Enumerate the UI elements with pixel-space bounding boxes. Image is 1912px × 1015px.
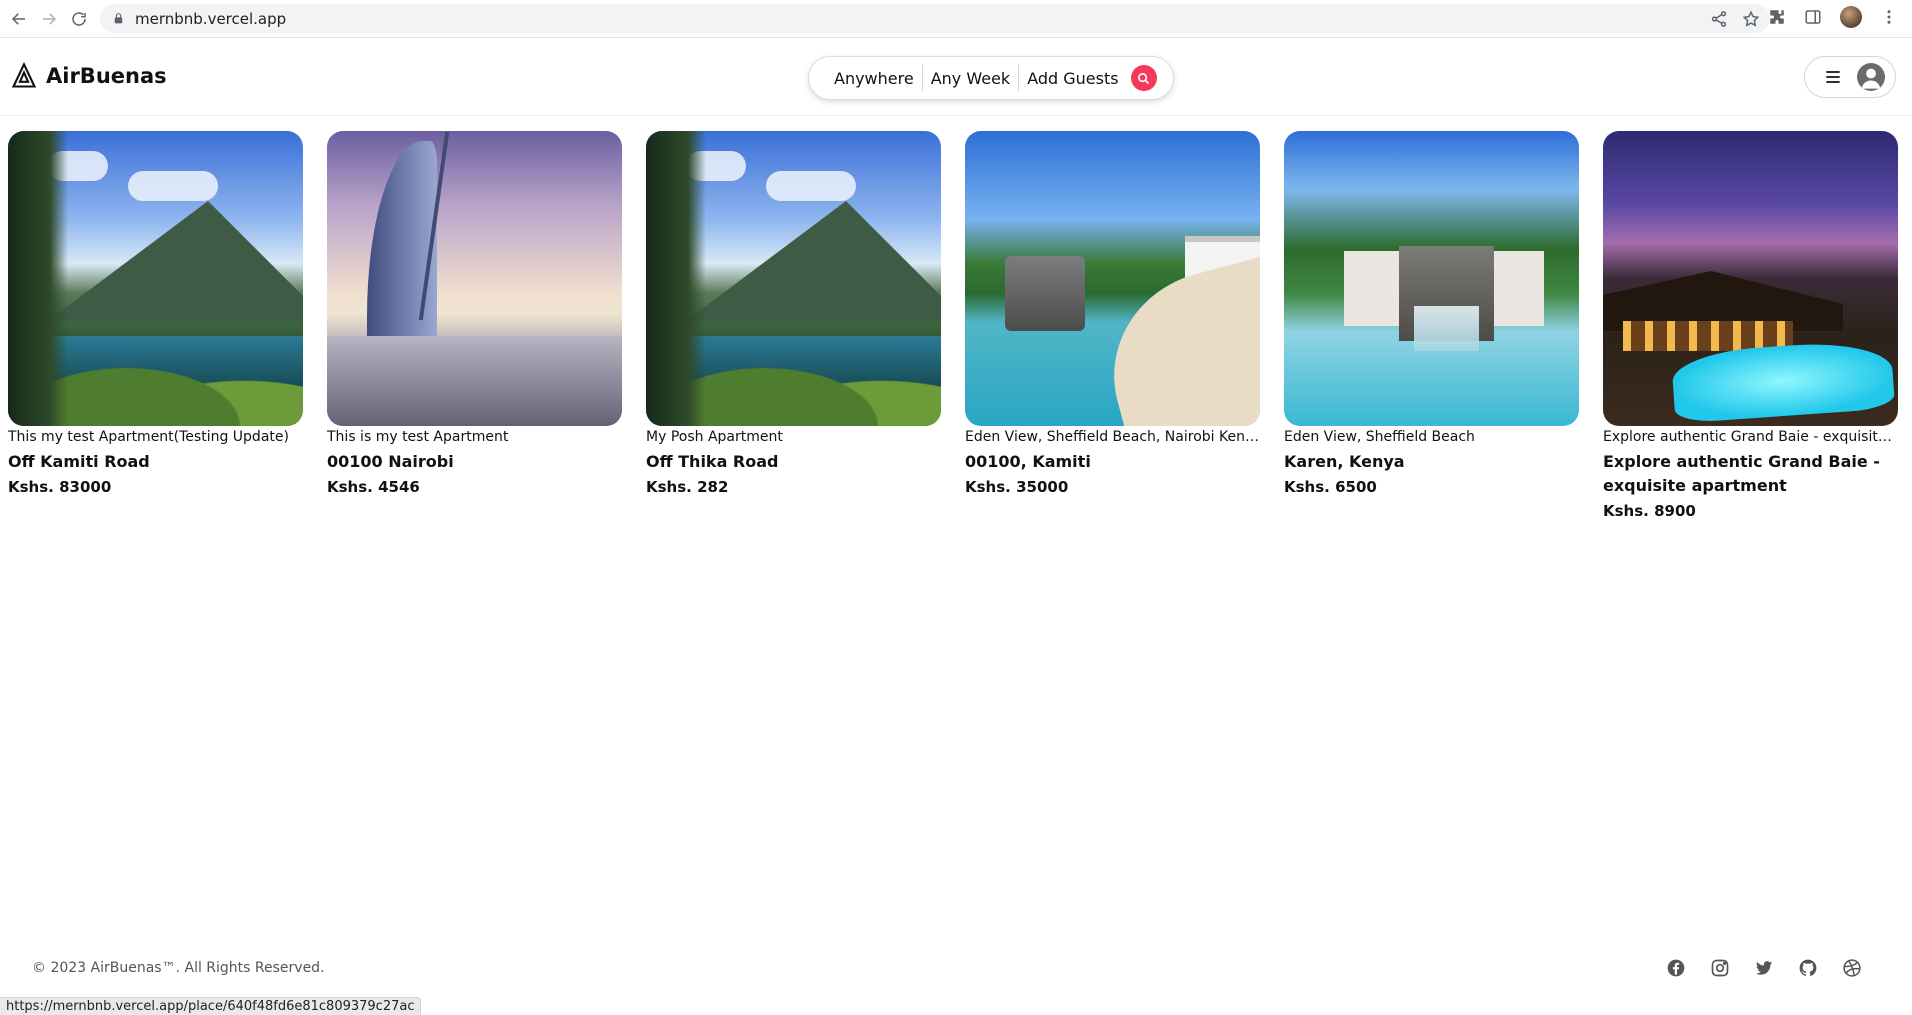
hamburger-menu-icon xyxy=(1826,71,1840,83)
listing-subtitle: Eden View, Sheffield Beach, Nairobi Keny… xyxy=(965,429,1260,445)
social-links xyxy=(1666,958,1862,978)
lock-icon xyxy=(114,13,123,24)
listing-price: Kshs. 282 xyxy=(646,478,729,496)
listing-subtitle: This my test Apartment(Testing Update) xyxy=(8,429,289,445)
user-avatar-icon xyxy=(1857,63,1885,91)
airbuenas-logo-icon xyxy=(11,62,37,88)
forward-button[interactable] xyxy=(34,4,64,34)
copyright-text: © 2023 AirBuenas™. All Rights Reserved. xyxy=(32,960,325,976)
search-where[interactable]: Anywhere xyxy=(826,69,922,88)
listing-card[interactable]: Eden View, Sheffield Beach, Nairobi Keny… xyxy=(965,131,1260,520)
listing-subtitle: Eden View, Sheffield Beach xyxy=(1284,429,1475,445)
more-vertical-icon[interactable] xyxy=(1880,8,1898,26)
listing-title: Explore authentic Grand Baie - exquisite… xyxy=(1603,452,1880,495)
brand-name: AirBuenas xyxy=(46,64,167,88)
back-button[interactable] xyxy=(4,4,34,34)
user-menu-button[interactable] xyxy=(1804,56,1896,98)
search-when[interactable]: Any Week xyxy=(923,69,1018,88)
url-text: mernbnb.vercel.app xyxy=(135,9,287,28)
share-icon[interactable] xyxy=(1710,10,1728,28)
site-header: AirBuenas Anywhere Any Week Add Guests xyxy=(0,38,1912,116)
listing-photo[interactable] xyxy=(1284,131,1579,426)
listing-subtitle: This is my test Apartment xyxy=(327,429,509,445)
twitter-icon[interactable] xyxy=(1754,958,1774,978)
search-guests[interactable]: Add Guests xyxy=(1019,69,1126,88)
listing-price: Kshs. 83000 xyxy=(8,478,112,496)
listing-price: Kshs. 35000 xyxy=(965,478,1069,496)
facebook-icon[interactable] xyxy=(1666,958,1686,978)
listing-photo[interactable] xyxy=(327,131,622,426)
listing-title: Off Thika Road xyxy=(646,452,779,471)
extensions-icon[interactable] xyxy=(1768,8,1786,26)
search-bar[interactable]: Anywhere Any Week Add Guests xyxy=(808,56,1174,100)
listing-title: Off Kamiti Road xyxy=(8,452,150,471)
browser-toolbar: mernbnb.vercel.app xyxy=(0,0,1912,38)
listing-title: 00100 Nairobi xyxy=(327,452,454,471)
listing-price: Kshs. 6500 xyxy=(1284,478,1377,496)
profile-avatar[interactable] xyxy=(1840,6,1862,28)
address-bar[interactable]: mernbnb.vercel.app xyxy=(100,4,1770,33)
reload-icon xyxy=(72,11,86,26)
listing-card[interactable]: Eden View, Sheffield Beach Karen, Kenya … xyxy=(1284,131,1579,520)
listing-card[interactable]: This my test Apartment(Testing Update) O… xyxy=(8,131,303,520)
listing-title: Karen, Kenya xyxy=(1284,452,1405,471)
github-icon[interactable] xyxy=(1798,958,1818,978)
listing-card[interactable]: This is my test Apartment 00100 Nairobi … xyxy=(327,131,622,520)
listing-price: Kshs. 4546 xyxy=(327,478,420,496)
instagram-icon[interactable] xyxy=(1710,958,1730,978)
site-footer: © 2023 AirBuenas™. All Rights Reserved. xyxy=(0,950,1912,990)
listing-card[interactable]: Explore authentic Grand Baie - exquisite… xyxy=(1603,131,1898,520)
brand-logo[interactable]: AirBuenas xyxy=(10,62,167,90)
bookmark-star-icon[interactable] xyxy=(1742,10,1760,28)
arrow-right-icon xyxy=(43,12,57,25)
listing-photo[interactable] xyxy=(8,131,303,426)
listing-photo[interactable] xyxy=(646,131,941,426)
dribbble-icon[interactable] xyxy=(1842,958,1862,978)
listings-grid: This my test Apartment(Testing Update) O… xyxy=(8,131,1898,520)
listing-subtitle: My Posh Apartment xyxy=(646,429,783,445)
listing-subtitle: Explore authentic Grand Baie - exquisite… xyxy=(1603,429,1898,445)
listing-title: 00100, Kamiti xyxy=(965,452,1091,471)
search-icon xyxy=(1138,72,1150,84)
listing-price: Kshs. 8900 xyxy=(1603,502,1696,520)
arrow-left-icon xyxy=(11,12,25,25)
reload-button[interactable] xyxy=(64,4,94,34)
listing-photo[interactable] xyxy=(965,131,1260,426)
side-panel-icon[interactable] xyxy=(1804,8,1822,26)
link-status-bar: https://mernbnb.vercel.app/place/640f48f… xyxy=(0,997,422,1015)
search-button[interactable] xyxy=(1130,65,1157,91)
listing-photo[interactable] xyxy=(1603,131,1898,426)
listing-card[interactable]: My Posh Apartment Off Thika Road Kshs. 2… xyxy=(646,131,941,520)
